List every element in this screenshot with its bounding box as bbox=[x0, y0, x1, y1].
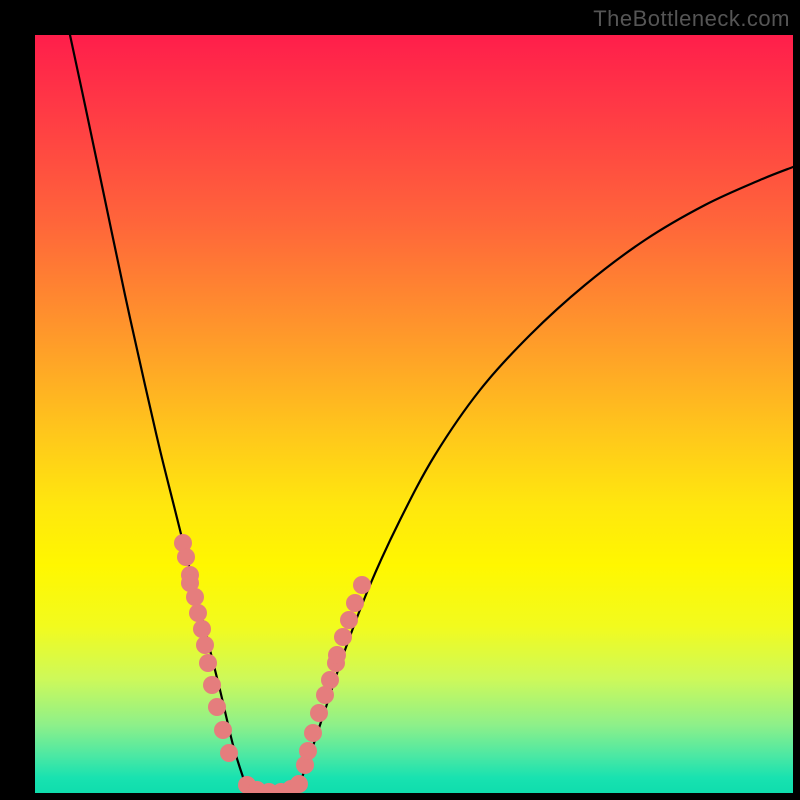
data-point bbox=[189, 604, 207, 622]
data-point bbox=[299, 742, 317, 760]
data-point bbox=[340, 611, 358, 629]
data-point bbox=[196, 636, 214, 654]
data-point bbox=[186, 588, 204, 606]
data-point bbox=[321, 671, 339, 689]
data-point bbox=[203, 676, 221, 694]
data-point bbox=[353, 576, 371, 594]
data-point bbox=[193, 620, 211, 638]
data-point bbox=[290, 775, 308, 793]
data-point bbox=[334, 628, 352, 646]
curve-group bbox=[70, 35, 793, 792]
data-point bbox=[220, 744, 238, 762]
data-point bbox=[346, 594, 364, 612]
chart-frame: TheBottleneck.com bbox=[0, 0, 800, 800]
data-point bbox=[199, 654, 217, 672]
scatter-group bbox=[174, 534, 371, 793]
data-point bbox=[304, 724, 322, 742]
curve-right-branch bbox=[300, 167, 793, 783]
curve-left-branch bbox=[70, 35, 245, 783]
plot-area bbox=[35, 35, 793, 793]
data-point bbox=[208, 698, 226, 716]
data-point bbox=[310, 704, 328, 722]
watermark-label: TheBottleneck.com bbox=[593, 6, 790, 32]
chart-svg bbox=[35, 35, 793, 793]
data-point bbox=[214, 721, 232, 739]
data-point bbox=[177, 548, 195, 566]
data-point bbox=[328, 646, 346, 664]
